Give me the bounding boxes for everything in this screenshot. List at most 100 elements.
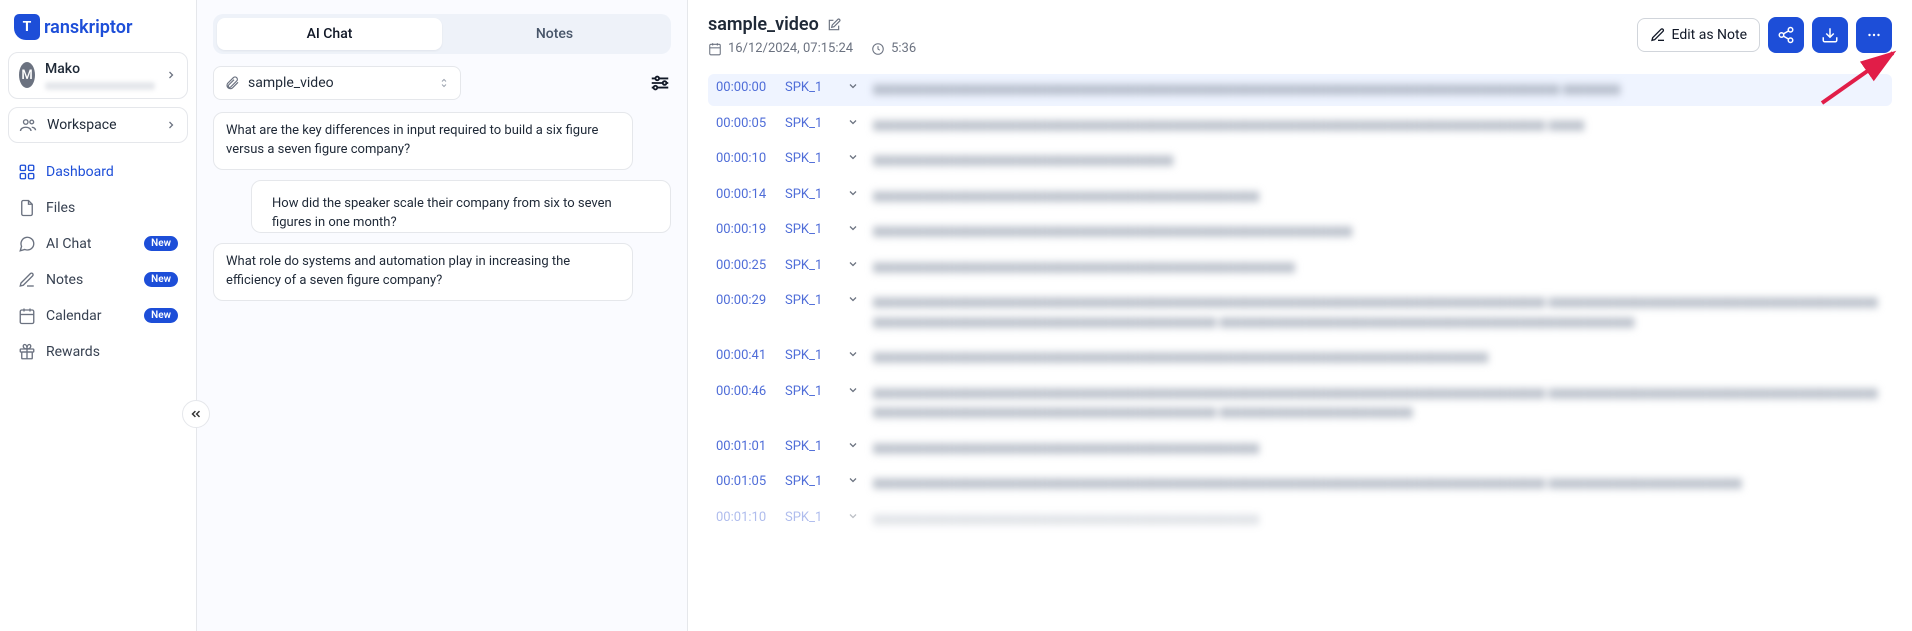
chevron-right-icon — [165, 119, 177, 131]
transcript-row[interactable]: 00:01:05SPK_1▮▮▮▮▮▮▮▮▮▮▮▮▮▮▮▮▮▮▮▮▮▮▮▮▮▮▮… — [708, 468, 1892, 500]
sidebar-item-files[interactable]: Files — [8, 191, 188, 225]
clock-icon — [871, 42, 885, 56]
center-tabs: AI Chat Notes — [213, 14, 671, 54]
transcript-row[interactable]: 00:00:00SPK_1▮▮▮▮▮▮▮▮▮▮▮▮▮▮▮▮▮▮▮▮▮▮▮▮▮▮▮… — [708, 74, 1892, 106]
speaker-label[interactable]: SPK_1 — [785, 474, 833, 489]
chevron-down-icon[interactable] — [847, 258, 859, 270]
chevron-down-icon[interactable] — [847, 187, 859, 199]
meta-date: 16/12/2024, 07:15:24 — [708, 41, 853, 56]
source-select[interactable]: sample_video — [213, 66, 461, 100]
transcript-row[interactable]: 00:00:41SPK_1▮▮▮▮▮▮▮▮▮▮▮▮▮▮▮▮▮▮▮▮▮▮▮▮▮▮▮… — [708, 342, 1892, 374]
transcript-row[interactable]: 00:01:10SPK_1▮▮▮▮▮▮▮▮▮▮▮▮▮▮▮▮▮▮▮▮▮▮▮▮▮▮▮… — [708, 504, 1892, 536]
chat-area: What are the key differences in input re… — [213, 112, 671, 301]
speaker-label[interactable]: SPK_1 — [785, 439, 833, 454]
user-subtext-blurred — [45, 82, 155, 90]
timestamp[interactable]: 00:00:29 — [716, 293, 771, 308]
paperclip-icon — [224, 75, 240, 91]
transcript-text-blurred: ▮▮▮▮▮▮▮▮▮▮▮▮▮▮▮▮▮▮▮▮▮▮▮▮▮▮▮▮▮▮▮▮▮▮▮▮▮▮▮▮… — [873, 258, 1884, 278]
transcript-text-blurred: ▮▮▮▮▮▮▮▮▮▮▮▮▮▮▮▮▮▮▮▮▮▮▮▮▮▮▮▮▮▮▮▮▮▮▮▮▮▮▮▮… — [873, 151, 1884, 171]
sidebar-item-calendar[interactable]: Calendar New — [8, 299, 188, 333]
settings-sliders-button[interactable] — [649, 72, 671, 94]
chat-bubble[interactable]: What role do systems and automation play… — [213, 243, 633, 301]
timestamp[interactable]: 00:01:01 — [716, 439, 771, 454]
chevron-down-icon[interactable] — [847, 151, 859, 163]
transcript-row[interactable]: 00:00:10 SPK_1 ▮▮▮▮▮▮▮▮▮▮▮▮▮▮▮▮▮▮▮▮▮▮▮▮▮▮▮… — [708, 145, 1892, 177]
transcript-text-blurred: ▮▮▮▮▮▮▮▮▮▮▮▮▮▮▮▮▮▮▮▮▮▮▮▮▮▮▮▮▮▮▮▮▮▮▮▮▮▮▮▮… — [873, 384, 1884, 423]
user-name-col: Mako — [45, 61, 155, 90]
transcript-row[interactable]: 00:00:19SPK_1▮▮▮▮▮▮▮▮▮▮▮▮▮▮▮▮▮▮▮▮▮▮▮▮▮▮▮… — [708, 216, 1892, 248]
timestamp[interactable]: 00:00:10 — [716, 151, 771, 166]
speaker-label[interactable]: SPK_1 — [785, 510, 833, 525]
chevron-down-icon[interactable] — [847, 116, 859, 128]
speaker-label[interactable]: SPK_1 — [785, 187, 833, 202]
speaker-label[interactable]: SPK_1 — [785, 151, 833, 166]
new-badge: New — [144, 272, 178, 287]
sidebar-item-ai-chat[interactable]: AI Chat New — [8, 227, 188, 261]
more-horizontal-icon — [1865, 26, 1883, 44]
timestamp[interactable]: 00:00:46 — [716, 384, 771, 399]
timestamp[interactable]: 00:00:25 — [716, 258, 771, 273]
chevron-down-icon[interactable] — [847, 293, 859, 305]
transcript-list: 00:00:00 SPK_1 ▮▮▮▮▮▮▮▮▮▮▮▮▮▮▮▮▮▮▮▮▮▮▮▮▮▮▮… — [708, 74, 1892, 535]
speaker-label[interactable]: SPK_1 — [785, 258, 833, 273]
transcript-row[interactable]: 00:00:29 SPK_1 ▮▮▮▮▮▮▮▮▮▮▮▮▮▮▮▮▮▮▮▮▮▮▮▮▮▮▮… — [708, 287, 1892, 338]
transcript-row[interactable]: 00:00:25 SPK_1 ▮▮▮▮▮▮▮▮▮▮▮▮▮▮▮▮▮▮▮▮▮▮▮▮▮▮▮… — [708, 252, 1892, 284]
speaker-label[interactable]: SPK_1 — [785, 384, 833, 399]
timestamp[interactable]: 00:00:14 — [716, 187, 771, 202]
new-badge: New — [144, 308, 178, 323]
sidebar-item-rewards[interactable]: Rewards — [8, 335, 188, 369]
edit-title-icon[interactable] — [827, 18, 841, 32]
workspace-card[interactable]: Workspace — [8, 107, 188, 143]
sidebar-item-notes[interactable]: Notes New — [8, 263, 188, 297]
meta-duration: 5:36 — [871, 41, 916, 56]
download-button[interactable] — [1812, 17, 1848, 53]
transcript-row[interactable]: 00:00:46 SPK_1 ▮▮▮▮▮▮▮▮▮▮▮▮▮▮▮▮▮▮▮▮▮▮▮▮▮▮▮… — [708, 378, 1892, 429]
chat-icon — [18, 235, 36, 253]
brand[interactable]: T ranskriptor — [8, 10, 188, 44]
chevron-down-icon[interactable] — [847, 384, 859, 396]
tab-notes[interactable]: Notes — [442, 18, 667, 50]
chevron-down-icon[interactable] — [847, 80, 859, 92]
sidebar-collapse-button[interactable] — [182, 400, 210, 428]
user-card[interactable]: M Mako — [8, 52, 188, 99]
chat-bubble[interactable]: How did the speaker scale their company … — [251, 180, 671, 234]
sidebar-item-label: Notes — [46, 272, 134, 288]
avatar-initial: M — [21, 68, 32, 83]
speaker-label[interactable]: SPK_1 — [785, 222, 833, 237]
right-header: sample_video 16/12/2024, 07:15:24 5:36 — [708, 14, 1892, 56]
edit-as-note-button[interactable]: Edit as Note — [1637, 18, 1760, 52]
timestamp[interactable]: 00:00:05 — [716, 116, 771, 131]
more-button[interactable] — [1856, 17, 1892, 53]
sidebar-item-dashboard[interactable]: Dashboard — [8, 155, 188, 189]
speaker-label[interactable]: SPK_1 — [785, 293, 833, 308]
share-button[interactable] — [1768, 17, 1804, 53]
speaker-label[interactable]: SPK_1 — [785, 116, 833, 131]
timestamp[interactable]: 00:00:41 — [716, 348, 771, 363]
timestamp[interactable]: 00:01:05 — [716, 474, 771, 489]
brand-mark: T — [14, 14, 40, 40]
transcript-row[interactable]: 00:01:01SPK_1▮▮▮▮▮▮▮▮▮▮▮▮▮▮▮▮▮▮▮▮▮▮▮▮▮▮▮… — [708, 433, 1892, 465]
chevron-down-icon[interactable] — [847, 474, 859, 486]
sidebar-item-label: Files — [46, 200, 178, 216]
chevron-down-icon[interactable] — [847, 510, 859, 522]
timestamp[interactable]: 00:00:00 — [716, 80, 771, 95]
sidebar-item-label: Calendar — [46, 308, 134, 324]
chevron-down-icon[interactable] — [847, 222, 859, 234]
chat-bubble[interactable]: What are the key differences in input re… — [213, 112, 633, 170]
gift-icon — [18, 343, 36, 361]
timestamp[interactable]: 00:01:10 — [716, 510, 771, 525]
transcript-text-blurred: ▮▮▮▮▮▮▮▮▮▮▮▮▮▮▮▮▮▮▮▮▮▮▮▮▮▮▮▮▮▮▮▮▮▮▮▮▮▮▮▮… — [873, 187, 1884, 207]
transcript-text-blurred: ▮▮▮▮▮▮▮▮▮▮▮▮▮▮▮▮▮▮▮▮▮▮▮▮▮▮▮▮▮▮▮▮▮▮▮▮▮▮▮▮… — [873, 293, 1884, 332]
sidebar-item-label: AI Chat — [46, 236, 134, 252]
chevron-down-icon[interactable] — [847, 439, 859, 451]
chevron-down-icon[interactable] — [847, 348, 859, 360]
tab-ai-chat[interactable]: AI Chat — [217, 18, 442, 50]
speaker-label[interactable]: SPK_1 — [785, 348, 833, 363]
sidebar-item-label: Rewards — [46, 344, 178, 360]
speaker-label[interactable]: SPK_1 — [785, 80, 833, 95]
transcript-row[interactable]: 00:00:05SPK_1▮▮▮▮▮▮▮▮▮▮▮▮▮▮▮▮▮▮▮▮▮▮▮▮▮▮▮… — [708, 110, 1892, 142]
source-row: sample_video — [213, 66, 671, 100]
transcript-row[interactable]: 00:00:14 SPK_1 ▮▮▮▮▮▮▮▮▮▮▮▮▮▮▮▮▮▮▮▮▮▮▮▮▮▮▮… — [708, 181, 1892, 213]
new-badge: New — [144, 236, 178, 251]
timestamp[interactable]: 00:00:19 — [716, 222, 771, 237]
